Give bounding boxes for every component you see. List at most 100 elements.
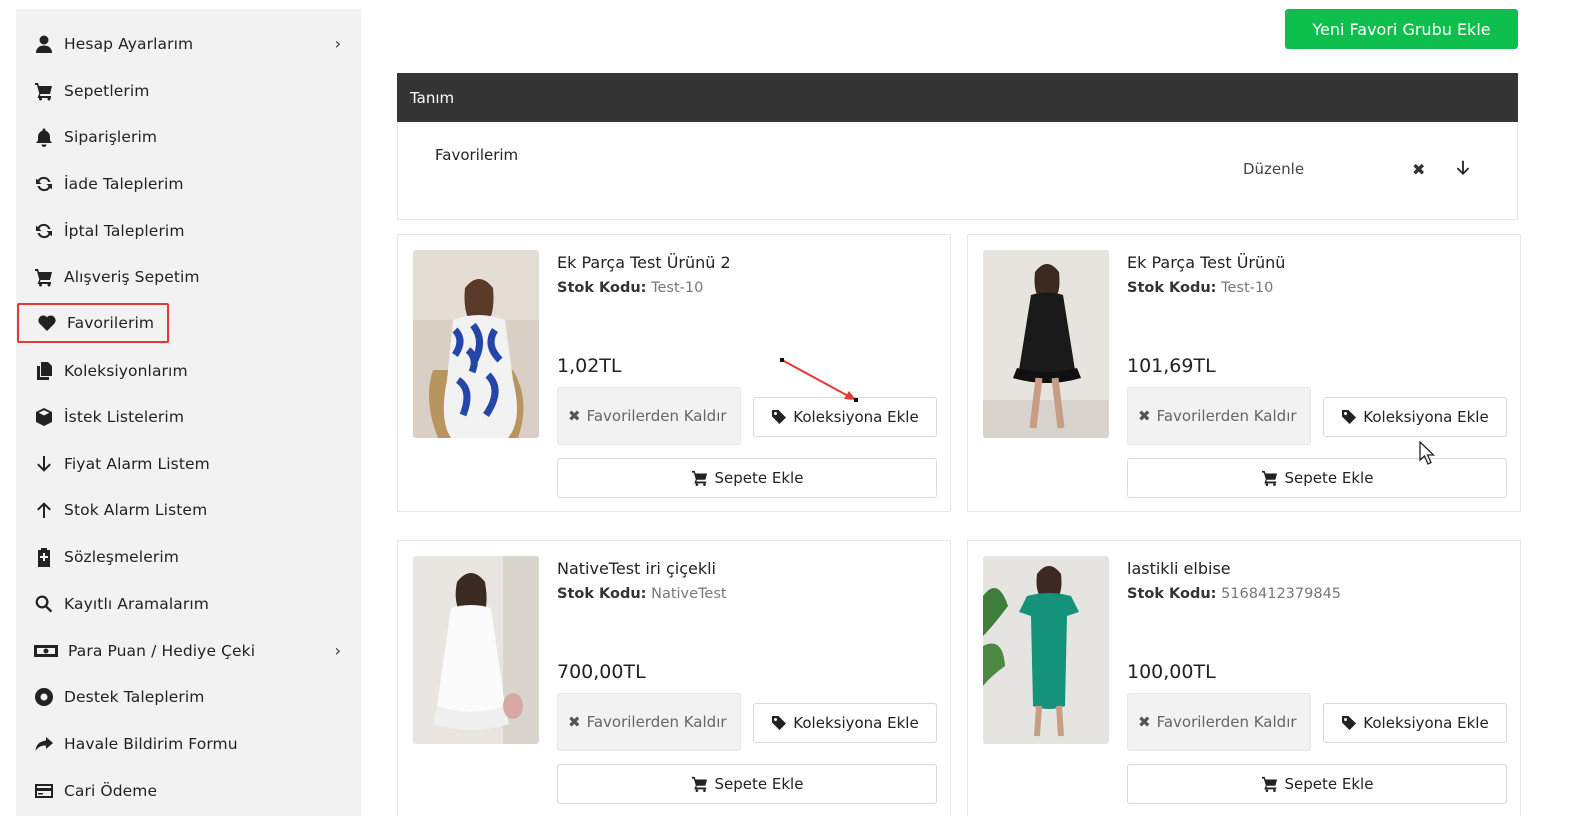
lifebuoy-icon [33,687,55,707]
tag-icon [1342,716,1357,730]
button-label: Favorilerden Kaldır [1156,713,1297,731]
sidebar-item-shopping-cart[interactable]: Alışveriş Sepetim [16,257,361,297]
sidebar-item-label: Favorilerim [67,314,155,332]
button-label: Sepete Ekle [1284,775,1374,793]
stock-code: Stok Kodu: Test-10 [1127,280,1273,296]
product-price: 1,02TL [557,355,622,377]
sidebar-item-label: Destek Taleplerim [64,688,205,706]
sidebar-item-wishlists[interactable]: İstek Listelerim [16,397,361,437]
cart-icon [1261,470,1277,486]
sidebar-item-label: Stok Alarm Listem [64,501,208,519]
tag-icon [772,716,787,730]
button-label: Koleksiyona Ekle [1363,408,1489,426]
stock-code: Stok Kodu: 5168412379845 [1127,586,1341,602]
tag-icon [1342,410,1357,424]
add-to-cart-button[interactable]: Sepete Ekle [557,764,937,804]
close-icon: ✖ [568,713,581,731]
add-to-collection-button[interactable]: Koleksiyona Ekle [753,703,937,743]
remove-from-favorites-button[interactable]: ✖ Favorilerden Kaldır [557,693,741,751]
sidebar-item-label: Havale Bildirim Formu [64,735,238,753]
sidebar-item-label: Sözleşmelerim [64,548,179,566]
product-card: Ek Parça Test Ürünü Stok Kodu: Test-10 1… [967,234,1521,512]
stock-code-value: NativeTest [651,586,727,602]
sidebar-item-favorites[interactable]: Favorilerim [17,303,169,343]
sidebar-item-label: Koleksiyonlarım [64,362,188,380]
sidebar-item-orders[interactable]: Siparişlerim [16,117,361,157]
product-card: NativeTest iri çiçekli Stok Kodu: Native… [397,540,951,816]
sidebar-item-wire-transfer-form[interactable]: Havale Bildirim Formu [16,724,361,764]
add-to-collection-button[interactable]: Koleksiyona Ekle [753,397,937,437]
sidebar-item-stock-alarms[interactable]: Stok Alarm Listem [16,490,361,530]
bell-icon [33,127,55,147]
stock-code: Stok Kodu: NativeTest [557,586,727,602]
stock-code-value: 5168412379845 [1221,586,1342,602]
sidebar-item-label: Sepetlerim [64,82,150,100]
sidebar-item-account-payment[interactable]: Cari Ödeme [16,771,361,811]
product-price: 100,00TL [1127,661,1216,683]
add-to-collection-button[interactable]: Koleksiyona Ekle [1323,397,1507,437]
product-image[interactable] [413,250,539,438]
close-icon: ✖ [568,407,581,425]
arrow-up-icon [33,500,55,520]
favorite-group-row: Favorilerim Düzenle ✖ [397,122,1518,220]
stock-code-value: Test-10 [651,280,704,296]
sidebar-item-support[interactable]: Destek Taleplerim [16,677,361,717]
sidebar-item-label: Alışveriş Sepetim [64,268,200,286]
stock-code-label: Stok Kodu: [1127,586,1217,602]
product-name[interactable]: lastikli elbise [1127,559,1231,578]
cart-icon [33,267,55,287]
remove-from-favorites-button[interactable]: ✖ Favorilerden Kaldır [1127,387,1311,445]
edit-group-button[interactable]: Düzenle [1243,160,1304,178]
column-header-definition: Tanım [410,88,455,107]
sidebar-item-saved-searches[interactable]: Kayıtlı Aramalarım [16,584,361,624]
product-image[interactable] [983,250,1109,438]
money-icon [33,641,59,661]
product-name[interactable]: Ek Parça Test Ürünü 2 [557,253,731,272]
sidebar-item-label: İptal Taleplerim [64,222,185,240]
add-to-cart-button[interactable]: Sepete Ekle [1127,458,1507,498]
button-label: Koleksiyona Ekle [1363,714,1489,732]
sidebar-item-label: Kayıtlı Aramalarım [64,595,209,613]
product-name[interactable]: NativeTest iri çiçekli [557,559,716,578]
expand-arrow-down-icon[interactable] [1454,158,1474,180]
delete-group-button[interactable]: ✖ [1412,160,1425,179]
cart-icon [691,470,707,486]
sidebar-item-label: Hesap Ayarlarım [64,35,194,53]
remove-from-favorites-button[interactable]: ✖ Favorilerden Kaldır [557,387,741,445]
chevron-right-icon: › [334,641,341,660]
sidebar-item-label: Cari Ödeme [64,782,158,800]
sidebar-item-points-gift-card[interactable]: Para Puan / Hediye Çeki › [16,631,361,671]
stock-code-label: Stok Kodu: [1127,280,1217,296]
cart-icon [691,776,707,792]
add-to-cart-button[interactable]: Sepete Ekle [557,458,937,498]
product-image[interactable] [413,556,539,744]
user-icon [33,34,55,54]
add-favorite-group-button[interactable]: Yeni Favori Grubu Ekle [1285,9,1518,49]
add-to-collection-button[interactable]: Koleksiyona Ekle [1323,703,1507,743]
sidebar-item-account-settings[interactable]: Hesap Ayarlarım › [16,24,361,64]
close-icon: ✖ [1138,713,1151,731]
sidebar-item-cancellations[interactable]: İptal Taleplerim [16,211,361,251]
product-card: Ek Parça Test Ürünü 2 Stok Kodu: Test-10… [397,234,951,512]
product-name[interactable]: Ek Parça Test Ürünü [1127,253,1285,272]
sidebar-item-collections[interactable]: Koleksiyonlarım [16,351,361,391]
favorites-table-header: Tanım [397,73,1518,122]
files-icon [33,361,55,381]
share-icon [33,734,55,754]
stock-code: Stok Kodu: Test-10 [557,280,703,296]
cart-icon [33,81,55,101]
product-price: 700,00TL [557,661,646,683]
sidebar-item-price-alarms[interactable]: Fiyat Alarm Listem [16,444,361,484]
add-to-cart-button[interactable]: Sepete Ekle [1127,764,1507,804]
sidebar-item-carts[interactable]: Sepetlerim [16,71,361,111]
sidebar-item-contracts[interactable]: Sözleşmelerim [16,537,361,577]
product-image[interactable] [983,556,1109,744]
sidebar-item-returns[interactable]: İade Taleplerim [16,164,361,204]
remove-from-favorites-button[interactable]: ✖ Favorilerden Kaldır [1127,693,1311,751]
button-label: Sepete Ekle [714,775,804,793]
sidebar-item-label: İstek Listelerim [64,408,185,426]
stock-code-label: Stok Kodu: [557,280,647,296]
clipboard-icon [33,547,55,567]
button-label: Favorilerden Kaldır [1156,407,1297,425]
stock-code-label: Stok Kodu: [557,586,647,602]
